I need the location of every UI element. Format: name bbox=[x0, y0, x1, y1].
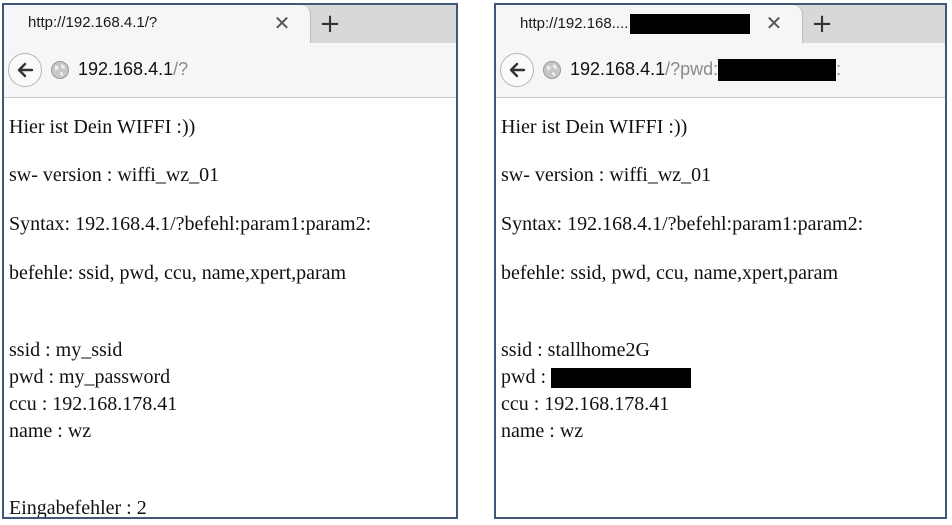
pwd-text: pwd : bbox=[501, 366, 691, 389]
close-icon[interactable]: ✕ bbox=[762, 11, 786, 35]
redaction-box bbox=[718, 59, 837, 82]
page-content: Hier ist Dein WIFFI :)) sw- version : wi… bbox=[496, 98, 945, 517]
syntax-text: Syntax: 192.168.4.1/?befehl:param1:param… bbox=[501, 213, 864, 235]
ccu-text: ccu : 192.168.178.41 bbox=[501, 393, 670, 415]
plus-icon[interactable]: + bbox=[316, 11, 344, 37]
commands-text: befehle: ssid, pwd, ccu, name,xpert,para… bbox=[9, 262, 347, 284]
greeting-text: Hier ist Dein WIFFI :)) bbox=[9, 116, 196, 138]
globe-icon bbox=[51, 61, 69, 79]
syntax-text: Syntax: 192.168.4.1/?befehl:param1:param… bbox=[9, 213, 372, 235]
greeting-text: Hier ist Dein WIFFI :)) bbox=[501, 116, 688, 138]
commands-text: befehle: ssid, pwd, ccu, name,xpert,para… bbox=[501, 262, 839, 284]
page-content: Hier ist Dein WIFFI :)) sw- version : wi… bbox=[4, 98, 456, 517]
url-path: /? bbox=[173, 59, 189, 79]
navigation-bar: 192.168.4.1/?pwd:: bbox=[496, 43, 945, 98]
ssid-text: ssid : stallhome2G bbox=[501, 339, 650, 361]
tab-title: http://192.168.4.1/? bbox=[28, 14, 158, 31]
plus-icon[interactable]: + bbox=[808, 11, 836, 37]
error-text: Eingabefehler : 2 bbox=[9, 497, 147, 519]
url-host: 192.168.4.1 bbox=[78, 59, 174, 79]
close-icon[interactable]: ✕ bbox=[270, 11, 294, 35]
globe-icon bbox=[543, 61, 561, 79]
name-text: name : wz bbox=[501, 420, 584, 442]
address-bar[interactable]: 192.168.4.1/? bbox=[78, 59, 188, 80]
tab-active[interactable]: http://192.168.4.1/? ✕ bbox=[4, 5, 311, 43]
back-arrow-icon bbox=[17, 62, 34, 78]
url-host: 192.168.4.1 bbox=[570, 59, 666, 79]
back-button[interactable] bbox=[500, 53, 534, 87]
tab-title-text: http://192.168.... bbox=[520, 14, 629, 32]
ccu-text: ccu : 192.168.178.41 bbox=[9, 393, 178, 415]
tab-strip: http://192.168.4.1/? ✕ + bbox=[4, 5, 456, 43]
tab-strip: http://192.168.... ✕ + bbox=[496, 5, 945, 43]
version-text: sw- version : wiffi_wz_01 bbox=[501, 164, 712, 186]
address-bar[interactable]: 192.168.4.1/?pwd:: bbox=[570, 59, 842, 82]
url-tail: : bbox=[836, 59, 842, 79]
tab-title: http://192.168.... bbox=[520, 14, 751, 34]
version-text: sw- version : wiffi_wz_01 bbox=[9, 164, 220, 186]
ssid-text: ssid : my_ssid bbox=[9, 339, 123, 361]
back-button[interactable] bbox=[8, 53, 42, 87]
back-arrow-icon bbox=[509, 62, 526, 78]
url-path: /?pwd: bbox=[665, 59, 719, 79]
redaction-box bbox=[551, 368, 691, 389]
pwd-text: pwd : my_password bbox=[9, 366, 171, 388]
pwd-label: pwd : bbox=[501, 366, 546, 388]
name-text: name : wz bbox=[9, 420, 92, 442]
redaction-box bbox=[630, 14, 751, 34]
browser-window-right: http://192.168.... ✕ + 192.168.4.1/?pwd:… bbox=[494, 3, 947, 519]
browser-window-left: http://192.168.4.1/? ✕ + 192.168.4.1/? H… bbox=[2, 3, 458, 519]
tab-active[interactable]: http://192.168.... ✕ bbox=[496, 5, 803, 43]
navigation-bar: 192.168.4.1/? bbox=[4, 43, 456, 98]
